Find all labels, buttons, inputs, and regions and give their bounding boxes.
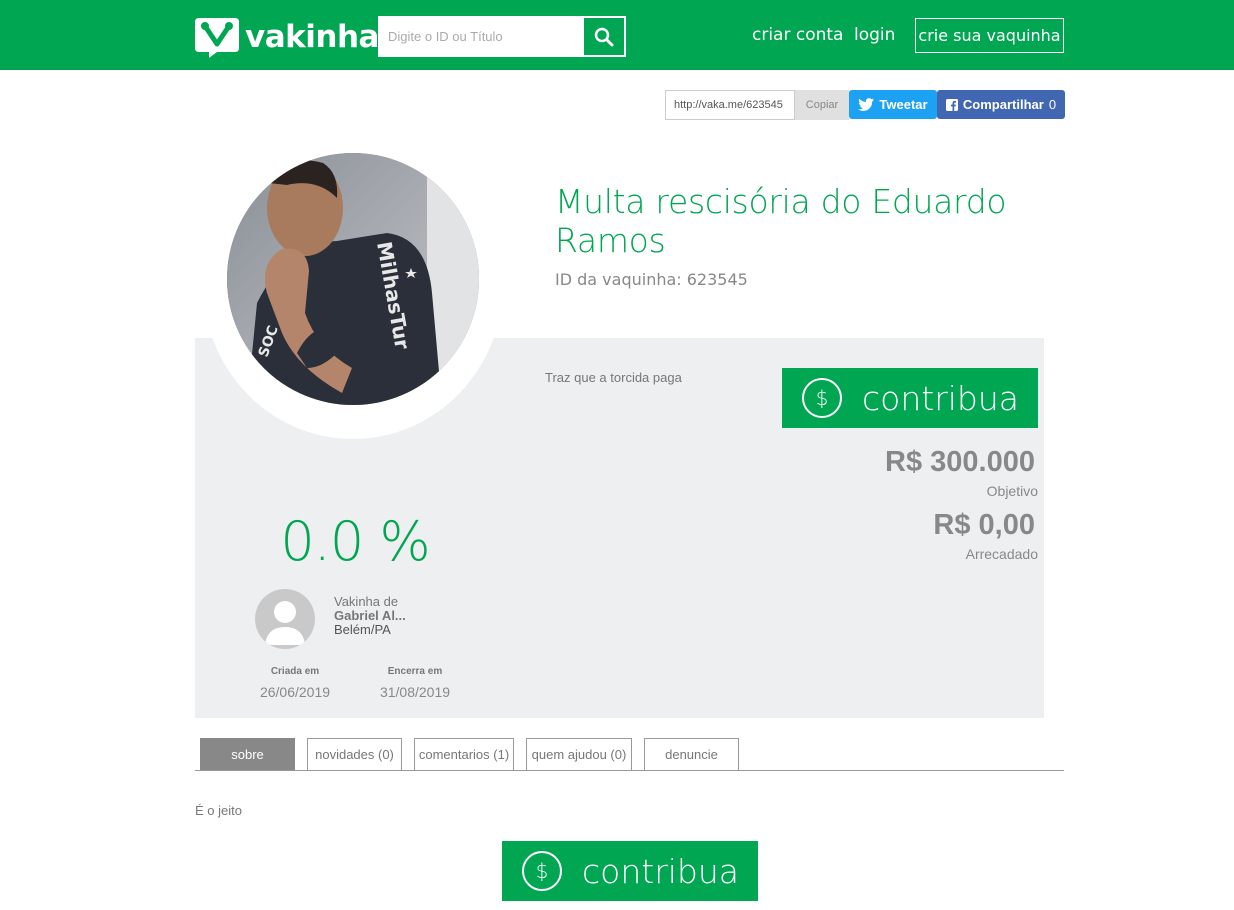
vakinha-logo[interactable]: vakinha bbox=[195, 16, 379, 58]
created-date: 26/06/2019 bbox=[259, 684, 331, 700]
copy-link-button[interactable]: Copiar bbox=[795, 90, 849, 120]
owner-prefix: Vakinha de bbox=[334, 594, 399, 609]
owner-name[interactable]: Gabriel Al... bbox=[334, 608, 406, 623]
share-url-field[interactable]: http://vaka.me/623545 bbox=[665, 90, 795, 120]
search-button[interactable] bbox=[584, 18, 624, 55]
goal-amount: R$ 300.000 bbox=[885, 446, 1035, 478]
tab-novidades[interactable]: novidades (0) bbox=[307, 738, 402, 770]
campaign-tabs: sobre novidades (0) comentarios (1) quem… bbox=[195, 738, 1064, 771]
create-account-link[interactable]: criar conta bbox=[752, 25, 843, 45]
tab-sobre[interactable]: sobre bbox=[200, 738, 295, 770]
dollar-coin-icon: $ bbox=[522, 851, 562, 891]
contribute-button-bottom[interactable]: $ contribua bbox=[502, 841, 758, 901]
search-box bbox=[378, 16, 626, 57]
facebook-share-button[interactable]: Compartilhar 0 bbox=[937, 90, 1065, 119]
search-icon bbox=[594, 27, 614, 46]
create-vakinha-button[interactable]: crie sua vaquinha bbox=[915, 18, 1064, 53]
progress-percent: 0.0 % bbox=[280, 510, 430, 573]
raised-label: Arrecadado bbox=[965, 546, 1038, 562]
twitter-icon bbox=[858, 98, 875, 111]
ends-date: 31/08/2019 bbox=[379, 684, 451, 700]
campaign-title: Multa rescisória do Eduardo Ramos bbox=[555, 182, 1007, 260]
ends-label: Encerra em bbox=[387, 666, 443, 677]
owner-location: Belém/PA bbox=[334, 622, 391, 637]
tweet-label: Tweetar bbox=[879, 97, 928, 112]
tab-denuncie[interactable]: denuncie bbox=[644, 738, 739, 770]
share-bar: http://vaka.me/623545 Copiar Tweetar Com… bbox=[665, 90, 1065, 120]
brand-name: vakinha bbox=[245, 19, 379, 55]
facebook-share-label: Compartilhar bbox=[962, 97, 1044, 112]
contribute-label: contribua bbox=[582, 851, 740, 891]
contribute-button-top[interactable]: $ contribua bbox=[782, 368, 1038, 428]
user-placeholder-icon bbox=[265, 601, 305, 645]
tweet-button[interactable]: Tweetar bbox=[849, 90, 937, 119]
tab-quem-ajudou[interactable]: quem ajudou (0) bbox=[526, 738, 632, 770]
dollar-coin-icon: $ bbox=[802, 378, 842, 418]
about-text: É o jeito bbox=[195, 803, 242, 818]
vakinha-logo-icon bbox=[195, 18, 239, 58]
tab-comentarios[interactable]: comentarios (1) bbox=[414, 738, 514, 770]
goal-label: Objetivo bbox=[986, 483, 1038, 499]
campaign-subtitle: Traz que a torcida paga bbox=[545, 370, 682, 385]
contribute-label: contribua bbox=[862, 378, 1020, 418]
facebook-icon bbox=[945, 98, 958, 111]
raised-amount: R$ 0,00 bbox=[933, 509, 1035, 541]
campaign-id: ID da vaquinha: 623545 bbox=[555, 270, 748, 289]
created-label: Criada em bbox=[270, 666, 320, 677]
search-input[interactable] bbox=[380, 18, 584, 55]
campaign-photo-image: MilhasTur SOC bbox=[227, 153, 479, 405]
campaign-photo: MilhasTur SOC bbox=[227, 153, 479, 405]
site-header: vakinha criar conta login crie sua vaqui… bbox=[0, 0, 1234, 70]
login-link[interactable]: login bbox=[854, 25, 895, 45]
owner-avatar[interactable] bbox=[255, 589, 315, 649]
facebook-share-count: 0 bbox=[1048, 97, 1057, 112]
